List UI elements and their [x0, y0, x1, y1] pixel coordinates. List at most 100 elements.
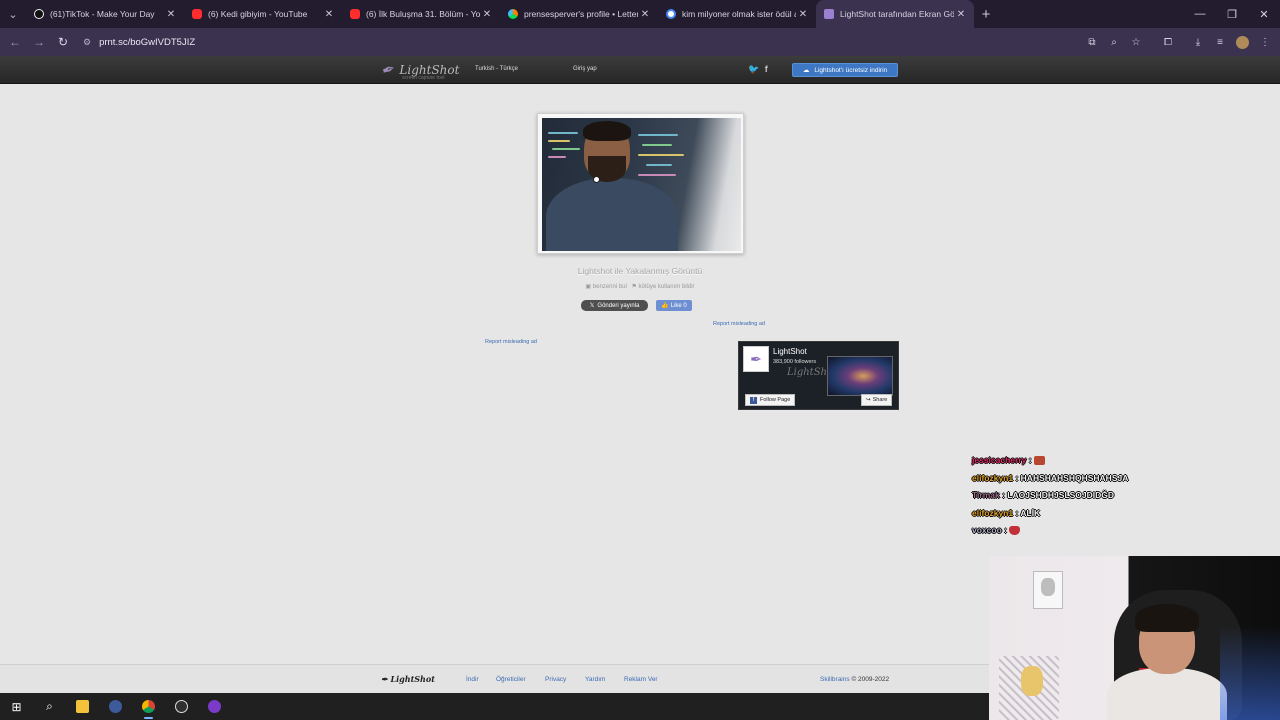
screenshot-image-frame[interactable] — [537, 113, 744, 254]
feather-logo-icon: ✒ — [381, 674, 388, 684]
chat-emote-icon — [1033, 456, 1045, 466]
minimize-icon[interactable]: — — [1184, 0, 1216, 28]
report-ad-link-left[interactable]: Report misleading ad — [485, 339, 537, 345]
obs-icon[interactable] — [165, 693, 198, 720]
browser-menu-icon[interactable]: ⋮ — [1254, 37, 1276, 48]
file-explorer-icon[interactable] — [66, 693, 99, 720]
report-abuse-link[interactable]: kötüye kullanım bildir — [639, 284, 695, 290]
tab-lightshot[interactable]: LightShot tarafından Ekran Görü ✕ — [816, 0, 974, 28]
person-hair — [583, 121, 631, 141]
tab-close-icon[interactable]: ✕ — [322, 9, 336, 20]
flag-icon: ⚑ — [631, 284, 637, 290]
social-links: 🐦 f — [748, 64, 768, 75]
lightshot-logo[interactable]: ✒ LightShot screen capture tool — [380, 60, 460, 81]
fb-page-name[interactable]: LightShot — [773, 347, 807, 356]
chat-username: elifozkyn1 — [972, 507, 1014, 518]
x-logo-icon: 𝕏 — [589, 303, 595, 309]
chat-message: elifozkyn1 : ALİK — [972, 505, 1128, 523]
code-line — [552, 148, 580, 150]
facebook-like-button[interactable]: 👍 Like 0 — [656, 300, 692, 311]
tab-close-icon[interactable]: ✕ — [164, 9, 178, 20]
browser-toolbar: ← → ↻ ⚙ prnt.sc/boGwIVDT5JIZ ⧉ ⌕ ☆ ⧠ ⤓ ≡… — [0, 28, 1280, 56]
search-icon[interactable]: ⌕ — [33, 693, 66, 720]
follow-page-button[interactable]: f Follow Page — [745, 394, 796, 406]
screenshot-caption: Lightshot ile Yakalanmış Görüntü — [577, 266, 703, 276]
zoom-icon[interactable]: ⌕ — [1103, 37, 1125, 48]
chat-username: jessicacherry — [972, 455, 1027, 465]
reload-icon[interactable]: ↻ — [51, 28, 75, 56]
reading-list-icon[interactable]: ≡ — [1209, 37, 1231, 48]
install-app-icon[interactable]: ⧉ — [1081, 37, 1103, 48]
back-arrow-icon[interactable]: ← — [3, 28, 27, 56]
chat-message: voxcoo : — [972, 522, 1128, 540]
tab-title: (6) İlk Buluşma 31. Bölüm - You — [366, 9, 480, 19]
tab-search-icon[interactable]: ⌄ — [0, 0, 26, 28]
chat-text: HAHSHAHSHQHSHAHSJA — [1020, 472, 1129, 483]
chrome-icon[interactable] — [132, 693, 165, 720]
app-icon[interactable] — [99, 693, 132, 720]
skillbrains-link[interactable]: Skillbrains — [820, 676, 850, 683]
tweet-button[interactable]: 𝕏 Gönderi yayınla — [581, 300, 648, 311]
close-window-icon[interactable]: ✕ — [1248, 0, 1280, 28]
download-lightshot-button[interactable]: ☁ Lightshot'ı ücretsiz indirin — [792, 63, 898, 77]
tab-tiktok[interactable]: (61)TikTok - Make Your Day ✕ — [26, 0, 184, 28]
site-info-icon[interactable]: ⚙ — [83, 37, 91, 48]
report-ad-link-right[interactable]: Report misleading ad — [713, 321, 765, 327]
download-icon[interactable]: ⤓ — [1187, 37, 1209, 48]
extensions-puzzle-icon[interactable]: ⧠ — [1157, 37, 1179, 48]
address-bar[interactable]: ⚙ prnt.sc/boGwIVDT5JIZ — [83, 32, 1133, 52]
camera-icon: ▣ — [585, 284, 592, 290]
profile-avatar[interactable] — [1236, 35, 1249, 49]
chat-separator: : — [1001, 525, 1010, 535]
code-line — [548, 156, 566, 158]
webcam-streamer-shirt — [1107, 668, 1227, 720]
tab-youtube-bulusma[interactable]: (6) İlk Buluşma 31. Bölüm - You ✕ — [342, 0, 500, 28]
footer-logo[interactable]: ✒ LightShot — [381, 674, 435, 684]
footer-link-download[interactable]: İndir — [466, 676, 479, 683]
toolbar-actions: ⧉ ⌕ ☆ ⧠ ⤓ ≡ ⋮ — [1081, 28, 1276, 56]
follow-button-label: Follow Page — [760, 397, 791, 403]
tab-close-icon[interactable]: ✕ — [480, 9, 494, 20]
restore-icon[interactable]: ❐ — [1216, 0, 1248, 28]
chat-text: ALİK — [1020, 507, 1041, 518]
chat-message: Tirmak : LAOJSHDHJSLSOJDIDĞD — [972, 487, 1128, 505]
tab-youtube-kedi[interactable]: (6) Kedi gibiyim - YouTube ✕ — [184, 0, 342, 28]
chat-text: LAOJSHDHJSLSOJDIDĞD — [1007, 490, 1115, 500]
bookmark-star-icon[interactable]: ☆ — [1125, 37, 1147, 48]
footer-link-privacy[interactable]: Privacy — [545, 676, 566, 683]
webcam-poster-cat — [1041, 578, 1055, 596]
window-controls: — ❐ ✕ — [1184, 0, 1280, 28]
code-line — [638, 174, 676, 176]
screenshot-image — [542, 118, 741, 251]
tab-close-icon[interactable]: ✕ — [954, 9, 968, 20]
mouse-cursor-icon — [593, 176, 600, 183]
login-link[interactable]: Giriş yap — [573, 66, 597, 72]
footer-link-tutorials[interactable]: Öğreticiler — [496, 676, 526, 683]
facebook-icon[interactable]: f — [765, 64, 768, 74]
tab-google-search[interactable]: kim milyoner olmak ister ödül a ✕ — [658, 0, 816, 28]
tweet-button-label: Gönderi yayınla — [597, 302, 640, 309]
youtube-favicon-icon — [192, 9, 202, 19]
share-button[interactable]: ↪ Share — [861, 394, 893, 406]
tab-close-icon[interactable]: ✕ — [638, 9, 652, 20]
tab-close-icon[interactable]: ✕ — [796, 9, 810, 20]
thumbs-up-icon: 👍 — [661, 303, 669, 309]
code-line — [638, 154, 684, 156]
webcam-plush-toy — [1021, 666, 1043, 696]
find-similar-link[interactable]: benzerini bul — [593, 284, 627, 290]
footer-link-advertise[interactable]: Reklam Ver — [624, 676, 658, 683]
fb-cover-galaxy-image — [827, 356, 893, 396]
facebook-page-widget[interactable]: ✒ LightShot 383,900 followers LightShot … — [738, 341, 899, 410]
windows-start-icon[interactable]: ⊞ — [0, 693, 33, 720]
code-line — [642, 144, 672, 146]
tab-letterboxd[interactable]: prensesperver's profile • Letterb ✕ — [500, 0, 658, 28]
footer-link-help[interactable]: Yardım — [585, 676, 605, 683]
url-text: prnt.sc/boGwIVDT5JIZ — [99, 36, 196, 48]
language-selector[interactable]: Turkish - Türkçe — [475, 66, 518, 72]
footer-copyright: Skillbrains © 2009-2022 — [820, 676, 889, 683]
new-tab-plus-icon[interactable]: + — [974, 6, 998, 23]
streaming-app-icon[interactable] — [198, 693, 231, 720]
twitter-icon[interactable]: 🐦 — [748, 64, 759, 74]
chat-separator: : — [1013, 472, 1021, 483]
forward-arrow-icon[interactable]: → — [27, 28, 51, 56]
